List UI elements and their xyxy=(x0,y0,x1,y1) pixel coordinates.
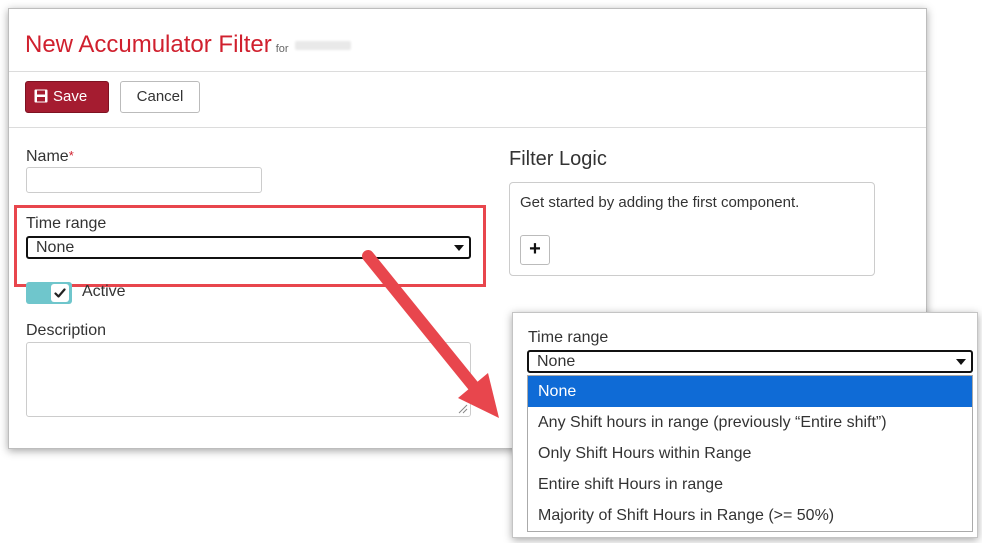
zoom-selected-value: None xyxy=(537,353,576,370)
option-only-shift-hours[interactable]: Only Shift Hours within Range xyxy=(528,438,972,469)
time-range-zoom-panel: Time range None None Any Shift hours in … xyxy=(512,312,978,538)
zoom-time-range-label: Time range xyxy=(528,329,609,346)
chevron-down-icon xyxy=(956,359,966,365)
option-any-shift-hours[interactable]: Any Shift hours in range (previously “En… xyxy=(528,407,972,438)
option-majority-shift-hours[interactable]: Majority of Shift Hours in Range (>= 50%… xyxy=(528,500,972,531)
option-entire-shift-hours[interactable]: Entire shift Hours in range xyxy=(528,469,972,500)
option-none[interactable]: None xyxy=(528,376,972,407)
zoom-time-range-select[interactable]: None xyxy=(527,350,973,373)
time-range-options-list: None Any Shift hours in range (previousl… xyxy=(527,375,973,532)
